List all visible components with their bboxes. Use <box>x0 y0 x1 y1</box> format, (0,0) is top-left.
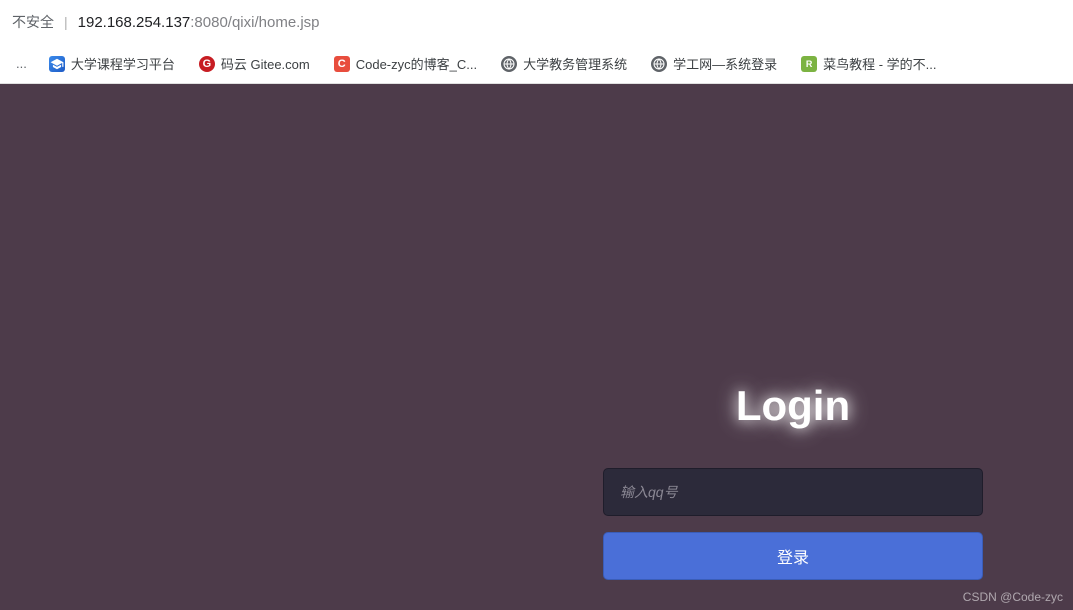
security-label: 不安全 <box>12 12 54 32</box>
bookmarks-overflow[interactable]: ... <box>8 56 35 71</box>
csdn-icon: C <box>334 56 350 72</box>
address-bar: 不安全 | 192.168.254.137:8080/qixi/home.jsp <box>0 0 1073 44</box>
globe-icon <box>651 56 667 72</box>
bookmark-label: 菜鸟教程 - 学的不... <box>823 54 936 73</box>
url-host: 192.168.254.137 <box>78 14 191 31</box>
gitee-icon: G <box>199 56 215 72</box>
bookmark-item-gitee[interactable]: G 码云 Gitee.com <box>189 48 320 79</box>
runoob-icon: R <box>801 56 817 72</box>
graduation-cap-icon <box>49 56 65 72</box>
login-title: Login <box>736 382 850 430</box>
bookmark-label: 大学教务管理系统 <box>523 54 627 73</box>
bookmark-item-runoob[interactable]: R 菜鸟教程 - 学的不... <box>791 48 946 79</box>
bookmark-item-xuegong[interactable]: 学工网—系统登录 <box>641 48 787 79</box>
bookmark-label: Code-zyc的博客_C... <box>356 54 477 73</box>
bookmark-item-platform[interactable]: 大学课程学习平台 <box>39 48 185 79</box>
login-button[interactable]: 登录 <box>603 532 983 580</box>
bookmark-label: 学工网—系统登录 <box>673 54 777 73</box>
url-path: :8080/qixi/home.jsp <box>190 14 319 31</box>
bookmarks-bar: ... 大学课程学习平台 G 码云 Gitee.com C Code-zyc的博… <box>0 44 1073 84</box>
bookmark-item-jiaowu[interactable]: 大学教务管理系统 <box>491 48 637 79</box>
page-content: Login 登录 CSDN @Code-zyc <box>0 84 1073 610</box>
bookmark-label: 码云 Gitee.com <box>221 54 310 73</box>
watermark: CSDN @Code-zyc <box>963 590 1063 604</box>
url-text[interactable]: 192.168.254.137:8080/qixi/home.jsp <box>78 14 320 31</box>
qq-input[interactable] <box>603 468 983 516</box>
address-separator: | <box>64 14 68 30</box>
bookmark-label: 大学课程学习平台 <box>71 54 175 73</box>
login-form: Login 登录 <box>603 382 983 580</box>
globe-icon <box>501 56 517 72</box>
bookmark-item-blog[interactable]: C Code-zyc的博客_C... <box>324 48 487 79</box>
